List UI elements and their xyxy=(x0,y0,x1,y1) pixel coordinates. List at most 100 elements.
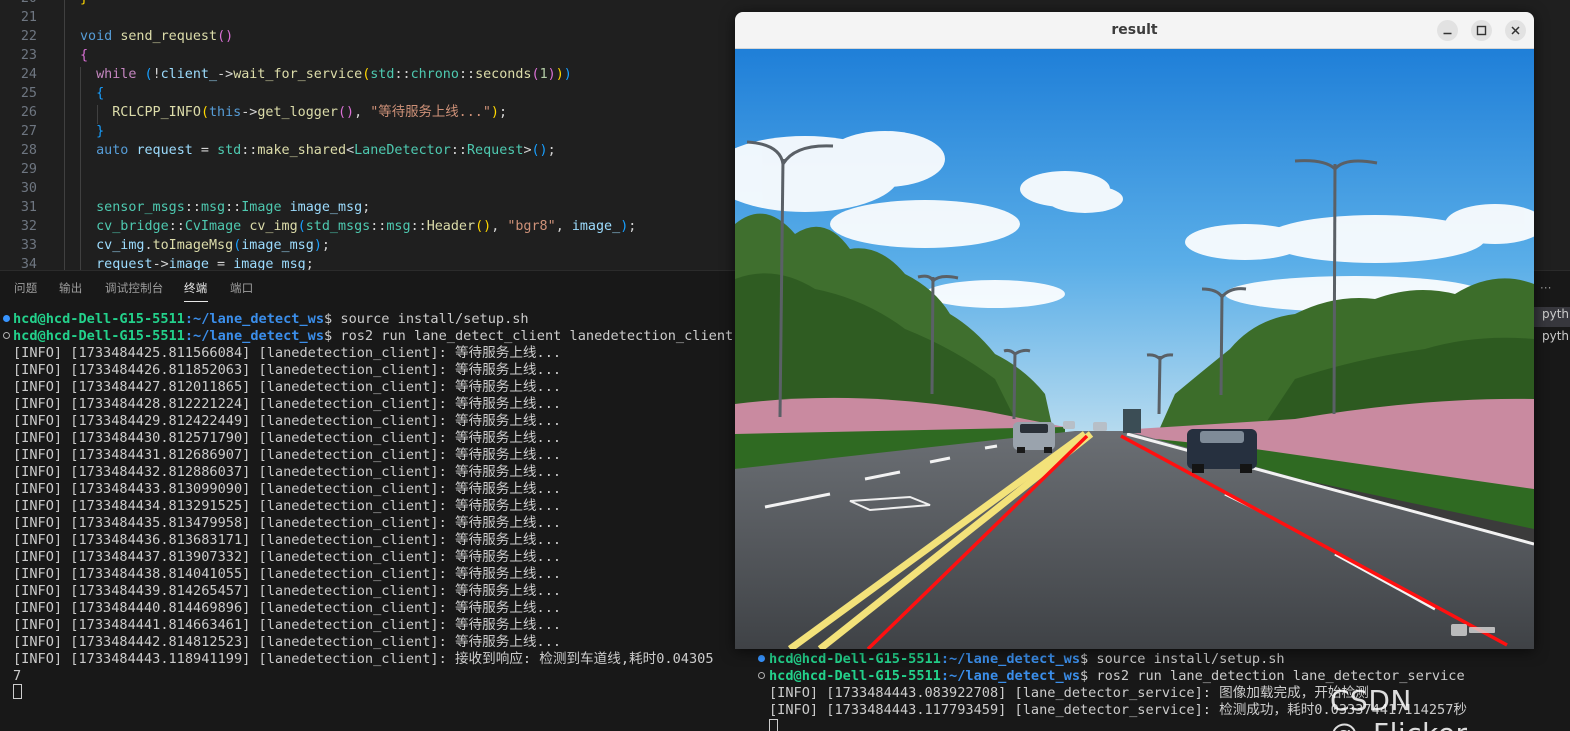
terminal-log-line: [INFO] [1733484432.812886037] [lanedetec… xyxy=(13,464,562,480)
code-token: request xyxy=(136,143,193,158)
code-token: msg xyxy=(386,219,411,234)
code-text: { xyxy=(80,84,104,103)
code-token: < xyxy=(346,143,355,158)
terminal-log-line: [INFO] [1733484441.814663461] [lanedetec… xyxy=(13,617,562,633)
terminal-cursor xyxy=(769,719,778,731)
code-token: -> xyxy=(217,67,234,82)
code-text: while (!client_->wait_for_service (std::c… xyxy=(80,65,572,84)
car-left xyxy=(1013,422,1055,453)
terminal-log-line: [INFO] [1733484435.813479958] [lanedetec… xyxy=(13,515,562,531)
code-token: std xyxy=(370,67,395,82)
command-running-icon xyxy=(3,332,10,339)
code-text: cv_bridge::CvImage cv_img(std_msgs::msg:… xyxy=(80,217,636,236)
line-number: 26 xyxy=(20,105,37,120)
code-token: wait_for_service xyxy=(233,67,363,82)
code-token: :: xyxy=(168,219,185,234)
line-number: 24 xyxy=(20,67,37,82)
code-token: :: xyxy=(450,143,467,158)
csdn-watermark: CSDN @_Flicker_ xyxy=(1330,684,1482,731)
code-token: :: xyxy=(225,200,242,215)
code-token: ) xyxy=(313,238,322,253)
tab-debug-console[interactable]: 调试控制台 xyxy=(105,280,164,296)
code-token: ; xyxy=(628,219,637,234)
terminal-list-label: pyth xyxy=(1542,307,1570,321)
more-actions-icon[interactable]: ··· xyxy=(1540,281,1552,295)
tab-output[interactable]: 输出 xyxy=(59,280,82,296)
indent-guide xyxy=(64,0,65,270)
prompt-user: hcd@hcd-Dell-G15-5511 xyxy=(769,668,941,684)
code-token: image_msg xyxy=(289,200,363,215)
tab-problems[interactable]: 问题 xyxy=(14,280,37,296)
line-number: 20 xyxy=(0,0,37,8)
maximize-button[interactable] xyxy=(1471,20,1492,41)
code-token: :: xyxy=(394,67,411,82)
command-success-icon xyxy=(758,655,765,662)
code-token: ( xyxy=(144,67,153,82)
code-token: ) xyxy=(563,67,572,82)
terminal-command-line: hcd@hcd-Dell-G15-5511:~/lane_detect_ws$ … xyxy=(13,311,529,328)
code-token: () xyxy=(475,219,492,234)
code-token: cv_img xyxy=(96,238,145,253)
code-token: :: xyxy=(370,219,387,234)
code-token: image xyxy=(168,257,209,270)
line-number: 27 xyxy=(20,124,37,139)
code-token: make_shared xyxy=(257,143,347,158)
terminal-log-line: [INFO] [1733484439.814265457] [lanedetec… xyxy=(13,583,562,599)
terminal-log-line: 7 xyxy=(13,668,22,684)
terminal-cursor-line xyxy=(13,684,22,701)
code-token: :: xyxy=(241,143,258,158)
terminal-log-line: [INFO] [1733484436.813683171] [lanedetec… xyxy=(13,532,562,548)
code-token: Request xyxy=(467,143,524,158)
code-token: seconds xyxy=(475,67,532,82)
terminal-log-line: [INFO] [1733484428.812221224] [lanedetec… xyxy=(13,396,562,412)
code-token: std xyxy=(217,143,242,158)
lane-detection-result-image xyxy=(735,49,1534,649)
terminal-log-line: [INFO] [1733484426.811852063] [lanedetec… xyxy=(13,362,562,378)
code-token: :: xyxy=(458,67,476,82)
code-token: std_msgs xyxy=(305,219,371,234)
minimize-button[interactable] xyxy=(1437,20,1458,41)
terminal-list-label: pyth xyxy=(1542,329,1570,343)
close-button[interactable] xyxy=(1505,20,1526,41)
code-text: request->image = image_msg; xyxy=(80,255,314,270)
code-token: request xyxy=(96,257,153,270)
prompt-user: hcd@hcd-Dell-G15-5511 xyxy=(13,328,185,344)
code-token: { xyxy=(96,86,105,101)
code-token: -> xyxy=(152,257,169,270)
tab-ports[interactable]: 端口 xyxy=(230,280,253,296)
line-number: 33 xyxy=(20,238,37,253)
terminal-list-item[interactable]: pyth xyxy=(1534,329,1570,349)
code-token: , xyxy=(555,219,572,234)
line-number: 34 xyxy=(20,257,37,270)
terminal-log-line: [INFO] [1733484440.814469896] [lanedetec… xyxy=(13,600,562,616)
code-token: Header xyxy=(426,219,476,234)
maximize-icon xyxy=(1476,25,1487,36)
result-window[interactable]: result xyxy=(735,12,1534,649)
car-right xyxy=(1187,429,1257,473)
terminal-command-line: hcd@hcd-Dell-G15-5511:~/lane_detect_ws$ … xyxy=(769,651,1285,668)
window-titlebar[interactable]: result xyxy=(735,12,1534,49)
code-token: ( xyxy=(531,67,540,82)
line-number: 32 xyxy=(20,219,37,234)
prompt-user: hcd@hcd-Dell-G15-5511 xyxy=(13,311,185,327)
code-token: image_msg xyxy=(241,238,314,253)
code-token: :: xyxy=(184,200,201,215)
terminal-list-item[interactable]: pyth xyxy=(1534,307,1570,327)
code-token: ( xyxy=(297,219,306,234)
code-token: { xyxy=(80,48,89,63)
code-text: } xyxy=(80,122,104,141)
line-number: 28 xyxy=(20,143,37,158)
prompt-user: hcd@hcd-Dell-G15-5511 xyxy=(769,651,941,667)
line-number: 31 xyxy=(20,200,37,215)
tab-terminal[interactable]: 终端 xyxy=(184,280,207,296)
code-text: { xyxy=(80,46,88,65)
code-token: ( xyxy=(200,105,209,120)
code-token: () xyxy=(338,105,355,120)
code-token: toImageMsg xyxy=(152,238,234,253)
